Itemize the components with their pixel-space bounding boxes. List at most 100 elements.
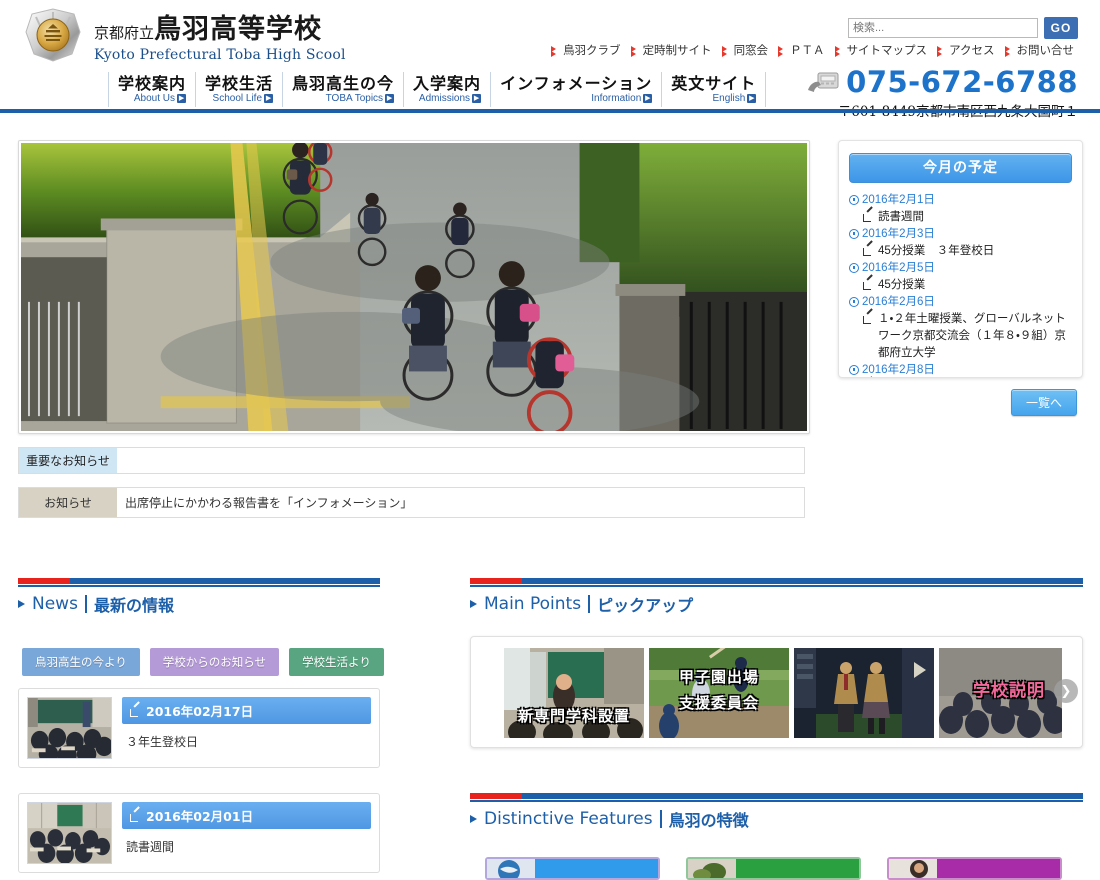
news-item-date: 2016年02月01日 bbox=[122, 802, 371, 829]
news-list-item[interactable]: 2016年02月01日 読書週間 bbox=[18, 793, 380, 873]
double-arrow-icon bbox=[722, 46, 731, 55]
pickup-slide-caption: 新専門学科設置 bbox=[504, 705, 644, 726]
news-item-date: 2016年02月17日 bbox=[122, 697, 371, 724]
clock-icon bbox=[849, 229, 859, 239]
feature-card-color-block bbox=[937, 859, 1060, 878]
news-heading-en: News bbox=[32, 594, 78, 614]
important-notice-text bbox=[117, 448, 804, 473]
pickup-slide-new-department[interactable]: 新専門学科設置 bbox=[504, 648, 644, 738]
utility-links: 鳥羽クラブ 定時制サイト 同窓会 ＰＴＡ サイトマップス アクセス お問い合せ bbox=[547, 42, 1078, 58]
school-crest-icon bbox=[22, 6, 84, 64]
news-tab-school-notices[interactable]: 学校からのお知らせ bbox=[150, 648, 279, 676]
feature-thumbnail-nature bbox=[688, 859, 736, 878]
pickup-slide-uniform-display[interactable] bbox=[794, 648, 934, 738]
view-all-schedule-button[interactable]: 一覧へ bbox=[1011, 389, 1077, 416]
news-heading-rule-thin bbox=[18, 585, 380, 587]
notice-bar[interactable]: お知らせ 出席停止にかかわる報告書を「インフォメーション」 bbox=[18, 487, 805, 518]
schedule-date[interactable]: 2016年2月6日 bbox=[849, 294, 1072, 311]
main-points-heading-jp: ピックアップ bbox=[597, 592, 693, 616]
important-notice-bar[interactable]: 重要なお知らせ bbox=[18, 447, 805, 474]
pencil-icon bbox=[863, 314, 874, 324]
schedule-event[interactable]: 45分授業 bbox=[849, 277, 1072, 294]
search-input[interactable] bbox=[848, 18, 1038, 38]
features-heading-rule bbox=[470, 793, 1083, 799]
distinctive-features-section-heading: Distinctive Features 鳥羽の特徴 bbox=[470, 793, 1083, 831]
heading-divider bbox=[660, 810, 662, 828]
news-tab-toba-topics[interactable]: 鳥羽高生の今より bbox=[22, 648, 140, 676]
play-arrow-icon: ▶ bbox=[747, 94, 756, 103]
schedule-list-button-row: 一覧へ bbox=[838, 389, 1083, 416]
news-list-item[interactable]: 2016年02月17日 ３年生登校日 bbox=[18, 688, 380, 768]
brand-title-english: Kyoto Prefectural Toba High Scool bbox=[94, 47, 346, 63]
schedule-date[interactable]: 2016年2月1日 bbox=[849, 192, 1072, 209]
clock-icon bbox=[849, 195, 859, 205]
nav-item-school-life[interactable]: 学校生活 School Life▶ bbox=[195, 72, 282, 107]
utility-link-access[interactable]: アクセス bbox=[933, 42, 998, 58]
sidebar: 今月の予定 2016年2月1日 読書週間 2016年2月3日 45分授業 ３年登… bbox=[838, 140, 1083, 416]
pickup-slide-caption: 甲子園出場 支援委員会 bbox=[649, 664, 789, 716]
schedule-event[interactable]: 読書週間 bbox=[849, 209, 1072, 226]
schedule-event[interactable]: 45分授業 ３年登校日 bbox=[849, 243, 1072, 260]
schedule-date[interactable]: 2016年2月5日 bbox=[849, 260, 1072, 277]
news-tab-school-life[interactable]: 学校生活より bbox=[289, 648, 384, 676]
double-arrow-icon bbox=[551, 46, 560, 55]
pickup-slider: 新専門学科設置 甲子園出場 支援委員会 bbox=[470, 636, 1083, 748]
phone-number: 075-672-6788 bbox=[846, 68, 1078, 97]
feature-card-person[interactable] bbox=[887, 857, 1062, 880]
play-arrow-icon: ▶ bbox=[643, 94, 652, 103]
nav-item-about-us[interactable]: 学校案内 About Us▶ bbox=[108, 72, 195, 107]
schedule-date[interactable]: 2016年2月3日 bbox=[849, 226, 1072, 243]
nav-item-toba-topics[interactable]: 鳥羽高生の今 TOBA Topics▶ bbox=[282, 72, 403, 107]
monthly-schedule-button[interactable]: 今月の予定 bbox=[849, 153, 1072, 183]
notice-label: お知らせ bbox=[19, 488, 117, 517]
utility-link-pta[interactable]: ＰＴＡ bbox=[774, 42, 829, 58]
pickup-slider-track: 新専門学科設置 甲子園出場 支援委員会 bbox=[504, 648, 1062, 738]
pickup-slide-school-briefing[interactable]: 学校説明 bbox=[939, 648, 1062, 738]
feature-thumbnail-person bbox=[889, 859, 937, 878]
feature-card-color-block bbox=[736, 859, 859, 878]
triangle-icon bbox=[470, 815, 477, 823]
news-section-heading: News 最新の情報 bbox=[18, 578, 380, 616]
hero-banner[interactable] bbox=[18, 140, 810, 434]
chevron-right-icon[interactable]: ❯ bbox=[1054, 679, 1078, 703]
search-go-button[interactable]: GO bbox=[1044, 17, 1078, 39]
utility-link-part-time-site[interactable]: 定時制サイト bbox=[627, 42, 716, 58]
news-item-title: ３年生登校日 bbox=[122, 724, 371, 750]
main-points-heading-rule-thin bbox=[470, 585, 1083, 587]
heading-divider bbox=[85, 595, 87, 613]
feature-card-global[interactable] bbox=[485, 857, 660, 880]
utility-link-sitemap[interactable]: サイトマップス bbox=[831, 42, 932, 58]
nav-item-english[interactable]: 英文サイト English▶ bbox=[661, 72, 766, 107]
news-thumbnail-classroom-lecture bbox=[27, 697, 112, 759]
schedule-event[interactable]: １・２年土曜授業、グローバルネットワーク京都交流会（１年８・９組）京都府立大学 bbox=[849, 311, 1072, 362]
features-heading-jp: 鳥羽の特徴 bbox=[669, 807, 749, 831]
play-arrow-icon: ▶ bbox=[385, 94, 394, 103]
features-heading-rule-thin bbox=[470, 800, 1083, 802]
important-notice-label: 重要なお知らせ bbox=[19, 448, 117, 473]
schedule-date[interactable]: 2016年2月8日 bbox=[849, 362, 1072, 378]
triangle-icon bbox=[18, 600, 25, 608]
brand-title-prefix: 京都府立 bbox=[94, 24, 154, 42]
utility-link-alumni[interactable]: 同窓会 bbox=[718, 42, 773, 58]
news-item-title: 読書週間 bbox=[122, 829, 371, 855]
play-arrow-icon: ▶ bbox=[264, 94, 273, 103]
nav-item-information[interactable]: インフォメーション Information▶ bbox=[490, 72, 661, 107]
pickup-slide-koshien-support[interactable]: 甲子園出場 支援委員会 bbox=[649, 648, 789, 738]
pickup-slide-caption: 学校説明 bbox=[939, 676, 1062, 701]
double-arrow-icon bbox=[835, 46, 844, 55]
feature-card-color-block bbox=[535, 859, 658, 878]
site-brand[interactable]: 京都府立鳥羽高等学校 Kyoto Prefectural Toba High S… bbox=[22, 6, 346, 64]
nav-item-admissions[interactable]: 入学案内 Admissions▶ bbox=[403, 72, 490, 107]
utility-link-contact[interactable]: お問い合せ bbox=[1001, 42, 1079, 58]
pencil-icon bbox=[130, 812, 141, 822]
news-category-tabs: 鳥羽高生の今より 学校からのお知らせ 学校生活より bbox=[22, 648, 384, 676]
news-heading-jp: 最新の情報 bbox=[94, 592, 174, 616]
site-header: 京都府立鳥羽高等学校 Kyoto Prefectural Toba High S… bbox=[0, 0, 1100, 113]
clock-icon bbox=[849, 297, 859, 307]
double-arrow-icon bbox=[937, 46, 946, 55]
utility-link-toba-club[interactable]: 鳥羽クラブ bbox=[547, 42, 625, 58]
feature-thumbnail-globe bbox=[487, 859, 535, 878]
feature-card-nature[interactable] bbox=[686, 857, 861, 880]
clock-icon bbox=[849, 263, 859, 273]
page-root: 京都府立鳥羽高等学校 Kyoto Prefectural Toba High S… bbox=[0, 0, 1100, 880]
